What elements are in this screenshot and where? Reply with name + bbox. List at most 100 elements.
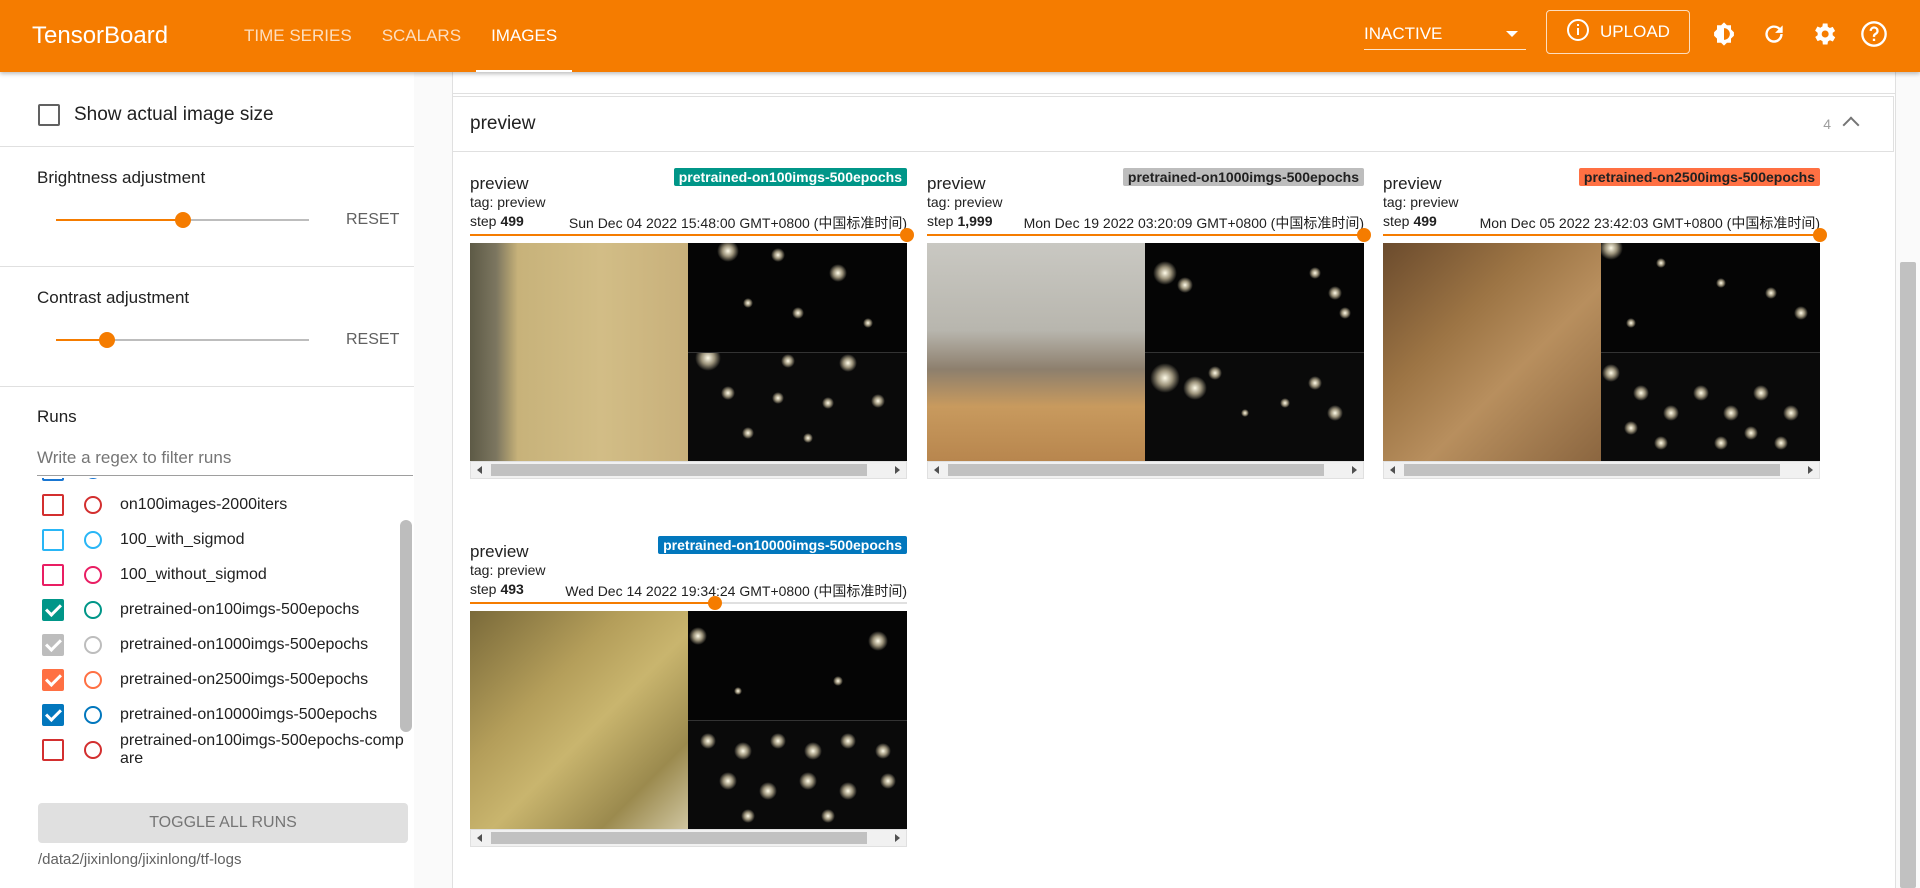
reload-status-select[interactable]: INACTIVE	[1364, 18, 1526, 50]
light-spot	[1308, 376, 1322, 390]
brightness-slider-thumb[interactable]	[174, 212, 191, 228]
run-row[interactable]: 100_with_sigmod	[42, 525, 245, 555]
image-hscrollbar[interactable]	[470, 829, 907, 847]
step-slider-thumb[interactable]	[1357, 228, 1371, 242]
step-slider-thumb[interactable]	[1813, 228, 1827, 242]
theme-icon[interactable]	[1708, 18, 1740, 50]
chevron-down-icon	[1506, 30, 1518, 37]
run-color-circle[interactable]	[84, 531, 102, 549]
step-slider[interactable]	[470, 228, 914, 242]
upload-button[interactable]: UPLOAD	[1546, 10, 1690, 54]
scroll-left-icon[interactable]	[934, 466, 939, 474]
run-checkbox[interactable]	[42, 704, 64, 726]
tab-images[interactable]: IMAGES	[476, 0, 573, 72]
scroll-right-icon[interactable]	[895, 466, 900, 474]
step-slider[interactable]	[927, 228, 1371, 242]
step-slider-thumb[interactable]	[707, 596, 722, 610]
step-group: step 493	[470, 581, 524, 601]
brightness-slider[interactable]	[56, 212, 309, 228]
image-hscrollbar[interactable]	[1383, 461, 1820, 479]
step-slider[interactable]	[470, 596, 907, 610]
runs-title: Runs	[37, 407, 77, 426]
card-step-row: step 493 Wed Dec 14 2022 19:34:24 GMT+0800…	[470, 581, 907, 601]
run-row[interactable]: on100images-2000iters	[42, 490, 287, 520]
image-hscrollbar[interactable]	[470, 461, 907, 479]
light-spot	[1656, 258, 1666, 268]
light-spot	[1633, 385, 1649, 401]
show-actual-size-checkbox[interactable]	[38, 104, 60, 126]
run-color-circle[interactable]	[84, 636, 102, 654]
toggle-all-runs-button[interactable]: TOGGLE ALL RUNS	[38, 803, 408, 843]
step-timestamp: Mon Dec 19 2022 03:20:09 GMT+0800 (中国标准时…	[1023, 215, 1364, 231]
card-tag: tag: preview	[1383, 194, 1459, 210]
run-checkbox[interactable]	[42, 529, 64, 551]
settings-icon[interactable]	[1808, 18, 1840, 50]
run-row[interactable]: 100_without_sigmod	[42, 560, 267, 590]
run-color-circle[interactable]	[84, 706, 102, 724]
scroll-left-icon[interactable]	[1390, 466, 1395, 474]
run-checkbox[interactable]	[42, 634, 64, 656]
run-row[interactable]: pretrained-on1000imgs-500epochs	[42, 630, 368, 660]
contrast-reset-button[interactable]: RESET	[346, 331, 399, 349]
scroll-right-icon[interactable]	[1352, 466, 1357, 474]
contrast-slider-thumb[interactable]	[98, 332, 115, 348]
divider	[0, 266, 414, 267]
run-color-circle[interactable]	[84, 478, 102, 479]
run-row[interactable]: pretrained-on100imgs-500epochs-comp are	[42, 732, 404, 767]
light-map-bottom	[688, 720, 907, 829]
brightness-reset-button[interactable]: RESET	[346, 211, 399, 229]
main-scrollbar-thumb[interactable]	[1900, 262, 1916, 888]
scrollbar-thumb[interactable]	[1404, 464, 1780, 476]
step-slider-thumb[interactable]	[900, 228, 914, 242]
run-color-circle[interactable]	[84, 496, 102, 514]
tab-scalars[interactable]: SCALARS	[367, 0, 476, 72]
scroll-left-icon[interactable]	[477, 466, 482, 474]
light-spot	[821, 809, 835, 823]
scroll-right-icon[interactable]	[1808, 466, 1813, 474]
scrollbar-thumb[interactable]	[491, 464, 867, 476]
run-checkbox[interactable]	[42, 564, 64, 586]
run-badge: pretrained-on10000imgs-500epochs	[658, 536, 907, 554]
refresh-icon[interactable]	[1758, 18, 1790, 50]
app-title[interactable]: TensorBoard	[32, 22, 229, 50]
runs-scrollbar[interactable]	[400, 520, 412, 732]
run-checkbox[interactable]	[42, 739, 64, 761]
run-row[interactable]: pretrained-on2500imgs-500epochs	[42, 665, 368, 695]
image-hscrollbar[interactable]	[927, 461, 1364, 479]
run-checkbox[interactable]	[42, 599, 64, 621]
run-row[interactable]: pretrained-on10000imgs-500epochs	[42, 700, 377, 730]
run-color-circle[interactable]	[84, 741, 102, 759]
run-color-circle[interactable]	[84, 671, 102, 689]
scrollbar-thumb[interactable]	[948, 464, 1324, 476]
contrast-slider[interactable]	[56, 332, 309, 348]
run-checkbox[interactable]	[42, 494, 64, 516]
run-row[interactable]: pretrained-on100imgs-500epochs	[42, 595, 359, 625]
scroll-right-icon[interactable]	[895, 834, 900, 842]
chevron-up-icon[interactable]	[1842, 116, 1860, 134]
step-timestamp: Wed Dec 14 2022 19:34:24 GMT+0800 (中国标准时…	[565, 583, 907, 599]
runs-filter-input[interactable]: Write a regex to filter runs	[37, 446, 413, 476]
run-color-circle[interactable]	[84, 566, 102, 584]
step-value: 1,999	[957, 213, 993, 229]
light-spot	[781, 354, 795, 368]
light-spot	[871, 394, 885, 408]
show-actual-size-toggle[interactable]: Show actual image size	[38, 104, 274, 126]
step-slider[interactable]	[1383, 228, 1827, 242]
run-row[interactable]: on100images	[42, 478, 216, 485]
light-spot	[880, 773, 896, 789]
light-spot	[741, 809, 755, 823]
run-checkbox[interactable]	[42, 669, 64, 691]
tab-time-series[interactable]: TIME SERIES	[229, 0, 367, 72]
upload-label: UPLOAD	[1600, 22, 1670, 41]
light-spot	[771, 248, 785, 262]
scroll-left-icon[interactable]	[477, 834, 482, 842]
run-color-circle[interactable]	[84, 601, 102, 619]
light-map-top	[1601, 243, 1820, 352]
group-header-preview[interactable]: preview 4	[452, 96, 1894, 152]
step-group: step 1,999	[927, 213, 993, 233]
preview-image	[1383, 243, 1820, 461]
scrollbar-thumb[interactable]	[491, 832, 867, 844]
help-icon[interactable]	[1858, 18, 1890, 50]
light-spot	[822, 397, 834, 409]
run-checkbox[interactable]	[42, 478, 64, 481]
